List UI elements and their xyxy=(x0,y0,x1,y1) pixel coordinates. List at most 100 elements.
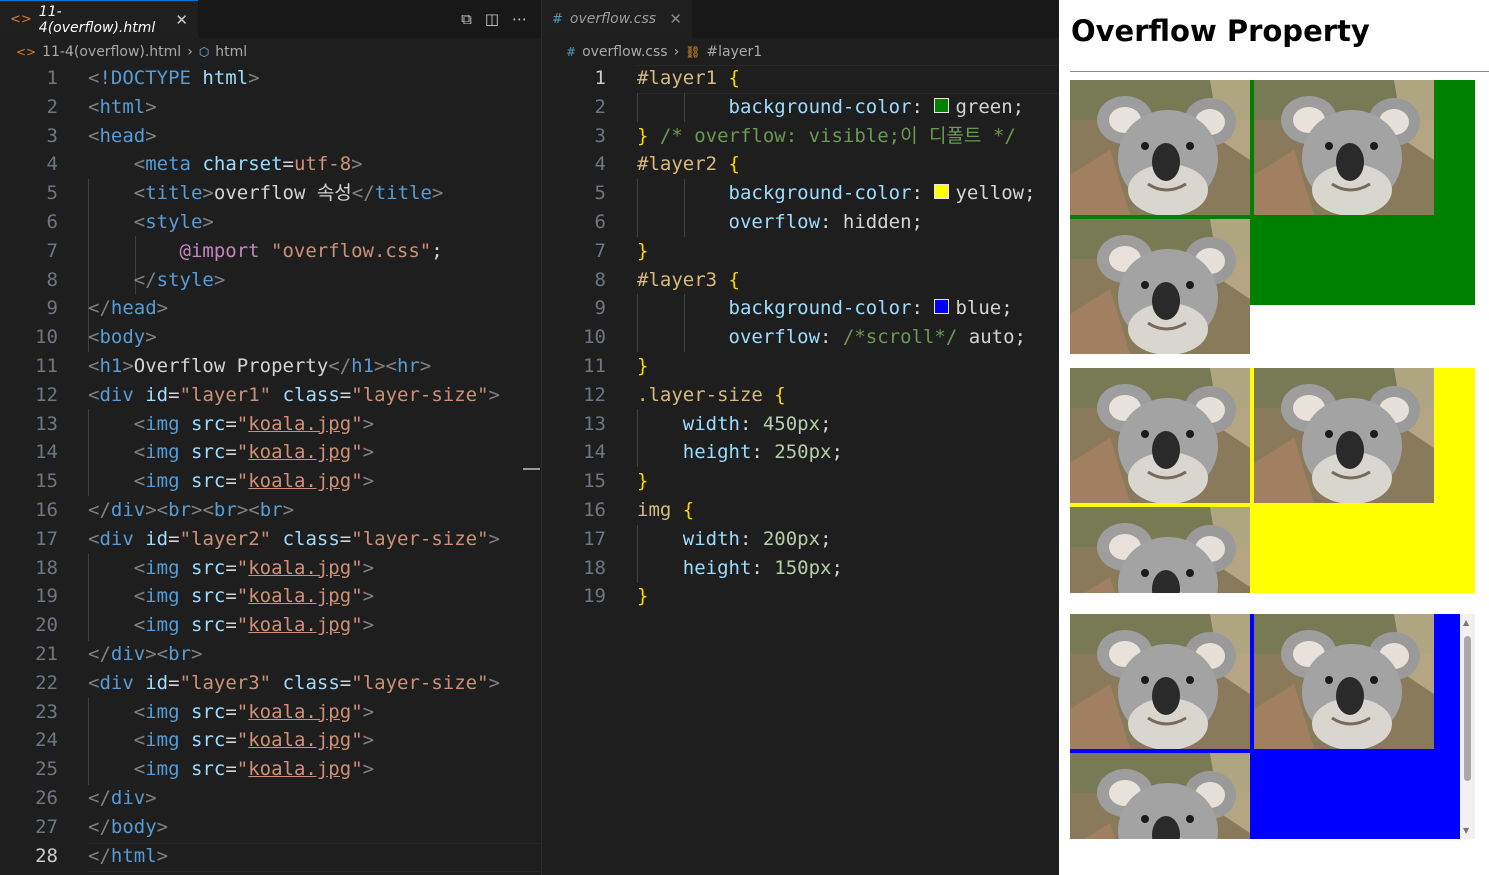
breadcrumb: <> 11-4(overflow).html › ⬡ html xyxy=(0,38,541,66)
close-icon[interactable]: ✕ xyxy=(175,11,188,29)
code-line: 9 </head> xyxy=(46,297,169,320)
code-line: 18 height: 150px; xyxy=(583,556,843,579)
code-line: 19 <img src="koala.jpg"> xyxy=(35,585,375,608)
scrollbar-thumb[interactable] xyxy=(1464,636,1471,781)
file-link[interactable]: koala.jpg xyxy=(248,585,351,607)
code-line: 14 height: 250px; xyxy=(583,441,843,464)
code-line: 8 #layer3 { xyxy=(594,268,740,291)
code-line-current: 1 #layer1 { xyxy=(594,67,740,89)
code-line: 13 <img src="koala.jpg"> xyxy=(35,412,375,435)
color-swatch[interactable] xyxy=(934,184,950,200)
code-line: 12 <div id="layer1" class="layer-size"> xyxy=(35,383,500,406)
open-preview-icon[interactable]: ⧉ xyxy=(461,10,472,28)
code-area[interactable]: 1 #layer1 { 2 background-color: green; 3}… xyxy=(542,64,1059,611)
html-editor-pane[interactable]: <> 11-4(overflow).html ✕ ⧉ ◫ ⋯ <> 11-4(o… xyxy=(0,0,541,875)
page-heading: Overflow Property xyxy=(1071,14,1370,48)
more-actions-icon[interactable]: ⋯ xyxy=(512,10,527,28)
code-line: 22 <div id="layer3" class="layer-size"> xyxy=(35,671,500,694)
code-line: 15} xyxy=(583,470,649,493)
code-line: 4 #layer2 { xyxy=(594,153,740,176)
editor-tab-bar: <> 11-4(overflow).html ✕ ⧉ ◫ ⋯ xyxy=(0,0,541,38)
code-area[interactable]: 1 <!DOCTYPE html> 2 <html> 3 <head> 4 <meta… xyxy=(0,64,541,872)
layer3-box[interactable]: ▲ ▼ xyxy=(1070,614,1475,839)
koala-image xyxy=(1070,614,1250,749)
editor-actions: ⧉ ◫ ⋯ xyxy=(461,0,527,38)
code-line-current: 28 </html> xyxy=(35,844,169,867)
code-line: 15 <img src="koala.jpg"> xyxy=(35,470,375,493)
breadcrumb-file[interactable]: 11-4(overflow).html xyxy=(42,44,181,60)
koala-image xyxy=(1254,614,1434,749)
code-line: 9 background-color: blue; xyxy=(594,297,1013,320)
file-link[interactable]: koala.jpg xyxy=(248,557,351,579)
code-line: 7} xyxy=(594,239,649,262)
code-line: 7 @import "overflow.css"; xyxy=(46,239,443,262)
chevron-right-icon: › xyxy=(187,44,193,60)
breadcrumb-file[interactable]: overflow.css xyxy=(582,44,668,60)
code-line: 13 width: 450px; xyxy=(583,412,832,435)
koala-image xyxy=(1070,80,1250,215)
code-line: 6 <style> xyxy=(46,210,214,233)
code-line: 26 </div> xyxy=(35,786,157,809)
file-link[interactable]: koala.jpg xyxy=(248,758,351,780)
code-line: 12 .layer-size { xyxy=(583,383,786,406)
breadcrumb-symbol[interactable]: #layer1 xyxy=(706,44,762,60)
code-line: 17 width: 200px; xyxy=(583,527,832,550)
code-line: 4 <meta charset=utf-8> xyxy=(46,153,363,176)
code-line: 23 <img src="koala.jpg"> xyxy=(35,700,375,723)
code-line: 5 <title>overflow 속성</title> xyxy=(46,182,444,205)
file-link[interactable]: koala.jpg xyxy=(248,729,351,751)
css-file-icon: # xyxy=(552,11,563,27)
code-line: 14 <img src="koala.jpg"> xyxy=(35,441,375,464)
layer2-box xyxy=(1070,368,1475,593)
koala-image xyxy=(1070,219,1250,354)
code-line: 1 <!DOCTYPE html> xyxy=(46,67,260,89)
tab-html-file[interactable]: <> 11-4(overflow).html ✕ xyxy=(0,0,198,38)
css-file-icon: # xyxy=(566,45,577,59)
koala-image xyxy=(1070,507,1250,593)
file-link[interactable]: koala.jpg xyxy=(248,470,351,492)
code-line: 11 <h1>Overflow Property</h1><hr> xyxy=(35,354,432,377)
koala-image xyxy=(1254,80,1434,215)
breadcrumb-element[interactable]: html xyxy=(215,44,247,60)
code-line: 2 <html> xyxy=(46,95,157,118)
element-cube-icon: ⬡ xyxy=(198,45,210,59)
koala-image xyxy=(1254,368,1434,503)
editor-tab-bar: # overflow.css ✕ xyxy=(542,0,1059,38)
code-line: 21 </div><br> xyxy=(35,642,203,665)
split-editor-icon[interactable]: ◫ xyxy=(485,10,499,28)
code-line: 25 <img src="koala.jpg"> xyxy=(35,758,375,781)
scrollbar-marker xyxy=(523,468,540,470)
code-line: 16 </div><br><br><br> xyxy=(35,498,295,521)
html-file-icon: <> xyxy=(16,45,37,59)
color-swatch[interactable] xyxy=(934,299,950,315)
file-link[interactable]: koala.jpg xyxy=(248,413,351,435)
code-line: 6 overflow: hidden; xyxy=(594,210,923,233)
code-line: 20 <img src="koala.jpg"> xyxy=(35,614,375,637)
code-line: 3 <head> xyxy=(46,124,157,147)
tab-css-file[interactable]: # overflow.css ✕ xyxy=(542,0,692,38)
browser-preview: Overflow Property ▲ ▼ xyxy=(1059,0,1489,875)
close-icon[interactable]: ✕ xyxy=(669,10,682,28)
vertical-scrollbar[interactable]: ▲ ▼ xyxy=(1460,614,1475,839)
koala-image xyxy=(1070,368,1250,503)
breadcrumb: # overflow.css › ⛓ #layer1 xyxy=(542,38,1059,66)
css-editor-pane[interactable]: # overflow.css ✕ # overflow.css › ⛓ #lay… xyxy=(542,0,1059,875)
scroll-up-arrow-icon[interactable]: ▲ xyxy=(1463,618,1469,627)
koala-image xyxy=(1070,753,1250,839)
tab-label: 11-4(overflow).html xyxy=(38,3,156,36)
code-line: 24 <img src="koala.jpg"> xyxy=(35,729,375,752)
tab-label: overflow.css xyxy=(569,11,657,27)
code-line: 19} xyxy=(583,585,649,608)
file-link[interactable]: koala.jpg xyxy=(248,441,351,463)
file-link[interactable]: koala.jpg xyxy=(248,614,351,636)
code-line: 8 </style> xyxy=(46,268,226,291)
file-link[interactable]: koala.jpg xyxy=(248,701,351,723)
layer1-box xyxy=(1070,80,1475,354)
code-line: 5 background-color: yellow; xyxy=(594,182,1036,205)
color-swatch[interactable] xyxy=(934,97,950,113)
selector-icon: ⛓ xyxy=(685,45,701,59)
code-line: 16 img { xyxy=(583,498,695,521)
code-line: 10 overflow: /*scroll*/ auto; xyxy=(583,326,1026,349)
code-line: 17 <div id="layer2" class="layer-size"> xyxy=(35,527,500,550)
scroll-down-arrow-icon[interactable]: ▼ xyxy=(1463,826,1469,835)
